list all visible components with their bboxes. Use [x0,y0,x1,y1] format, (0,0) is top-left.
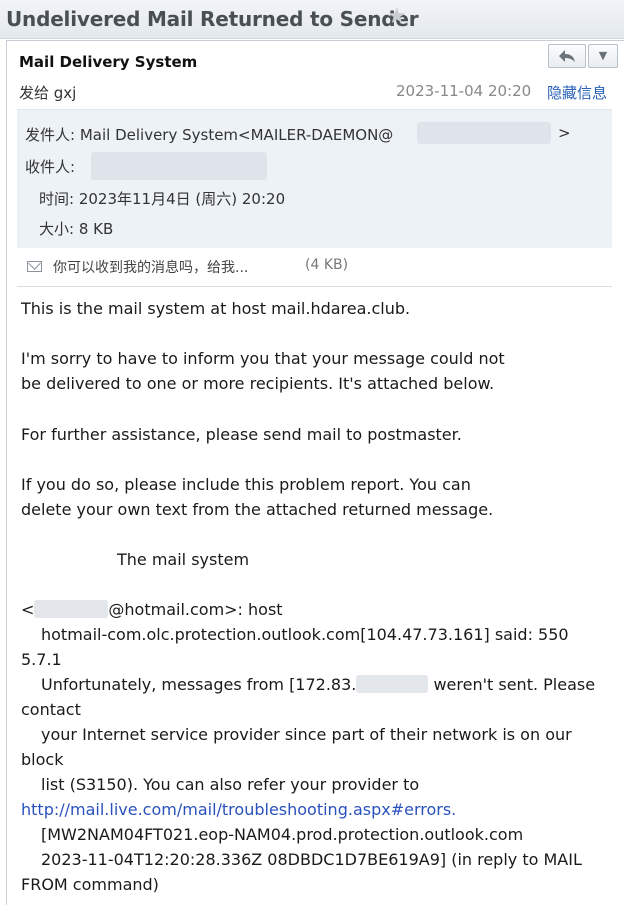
attachment-row[interactable]: 你可以收到我的消息吗，给我... (4 KB) [17,248,612,287]
sent-date: 2023-11-04 20:20 [396,82,532,100]
reply-button[interactable] [548,44,586,68]
from-label: 发件人: [25,126,76,144]
body-line: I'm sorry to have to inform you that you… [21,349,505,368]
envelope-icon [27,261,42,272]
from-row: 发件人: Mail Delivery System<MAILER-DAEMON@ [25,124,393,145]
body-line: delete your own text from the attached r… [21,500,494,519]
body-line: 2023-11-04T12:20:28.336Z 08DBDC1D7BE619A… [41,850,582,869]
attachment-size: (4 KB) [305,257,349,273]
body-line: This is the mail system at host mail.hda… [21,299,411,318]
body-line: < @hotmail.com>: host [21,600,283,619]
to-label: 收件人: [25,158,76,176]
mail-view: Mail Delivery System 发给 gxj ▼ 2023-11-04… [6,40,624,905]
details-panel: 发件人: Mail Delivery System<MAILER-DAEMON@… [17,109,612,248]
sender-name[interactable]: Mail Delivery System [19,53,197,71]
from-name[interactable]: Mail Delivery System [80,126,238,144]
reply-icon [559,50,575,62]
body-line: contact [21,700,81,719]
time-value: 2023年11月4日 (周六) 20:20 [78,190,286,208]
size-label: 大小: [39,220,75,238]
body-line: be delivered to one or more recipients. … [21,374,495,393]
redacted-ip [356,675,429,693]
redacted-address [417,122,551,144]
time-row: 时间: 2023年11月4日 (周六) 20:20 [39,188,285,209]
body-line: block [21,750,64,769]
action-buttons: ▼ [548,44,618,68]
from-address[interactable]: <MAILER-DAEMON@ [238,126,393,144]
bounced-address: @hotmail.com>: host [108,600,283,619]
body-line: If you do so, please include this proble… [21,475,471,494]
body-line: FROM command) [21,875,159,894]
address-open: < [21,600,35,619]
body-text: Unfortunately, messages from [172.83. [41,675,357,694]
time-label: 时间: [39,190,75,208]
body-line: [MW2NAM04FT021.eop-NAM04.prod.protection… [41,825,524,844]
hide-details-link[interactable]: 隐藏信息 [547,82,607,103]
size-value: 8 KB [78,220,114,238]
recipient-line: 发给 gxj [19,84,77,102]
body-line: list (S3150). You can also refer your pr… [41,775,420,794]
body-line: 5.7.1 [21,650,62,669]
chevron-down-icon: ▼ [598,49,608,62]
redacted-recipient [91,152,267,180]
subject-bar: Undelivered Mail Returned to Sender ★ [0,0,624,39]
body-line: For further assistance, please send mail… [21,425,462,444]
redacted-user [34,600,109,618]
attachment-name[interactable]: 你可以收到我的消息吗，给我... [53,257,248,277]
body-line: Unfortunately, messages from [172.83. we… [41,675,595,694]
body-line: your Internet service provider since par… [41,725,572,744]
more-button[interactable]: ▼ [588,44,618,68]
mail-subject: Undelivered Mail Returned to Sender [6,7,419,31]
troubleshooting-link[interactable]: http://mail.live.com/mail/troubleshootin… [21,800,456,819]
size-row: 大小: 8 KB [39,218,113,239]
from-close: > [558,124,571,142]
body-line: hotmail-com.olc.protection.outlook.com[1… [41,625,569,644]
body-line: The mail system [117,550,250,569]
star-icon[interactable]: ★ [387,4,407,29]
body-text: weren't sent. Please [433,675,596,694]
